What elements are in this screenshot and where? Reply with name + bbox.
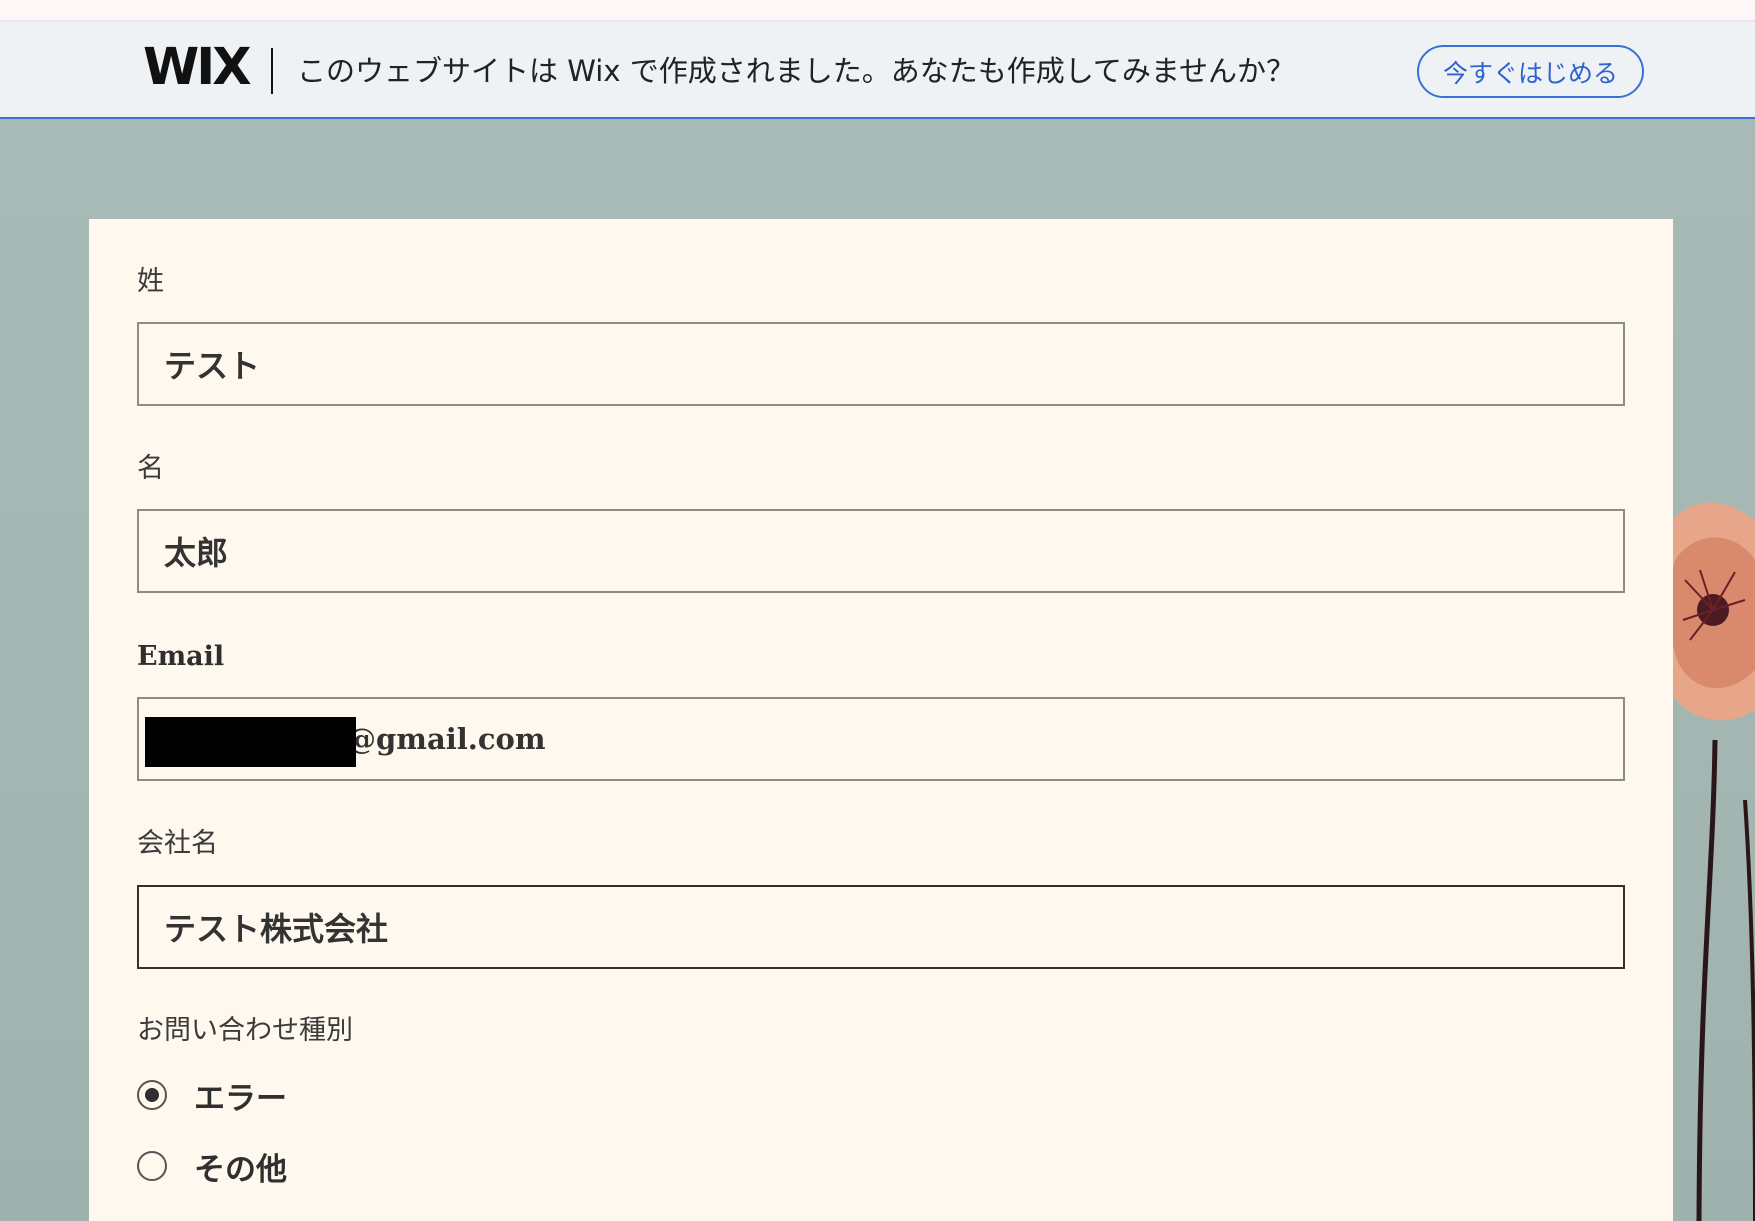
- radio-selected-icon[interactable]: [137, 1080, 167, 1110]
- first-name-label: 名: [137, 453, 164, 484]
- banner-divider: [271, 48, 273, 94]
- radio-option-error[interactable]: エラー: [137, 1070, 287, 1120]
- banner-message: このウェブサイトは Wix で作成されました。あなたも作成してみませんか？: [297, 54, 1295, 88]
- radio-option-label: エラー: [194, 1080, 287, 1117]
- company-field[interactable]: [137, 885, 1625, 969]
- wix-logo[interactable]: WIX: [143, 40, 252, 96]
- company-label: 会社名: [137, 828, 218, 859]
- browser-top-strip: [0, 0, 1755, 22]
- start-now-button[interactable]: 今すぐはじめる: [1417, 45, 1644, 98]
- radio-option-label: その他: [194, 1151, 287, 1188]
- email-visible-value: @gmail.com: [347, 722, 546, 756]
- inquiry-type-label: お問い合わせ種別: [137, 1015, 353, 1046]
- last-name-field[interactable]: [137, 322, 1625, 406]
- last-name-label: 姓: [137, 266, 164, 297]
- first-name-field[interactable]: [137, 509, 1625, 593]
- redaction-box: [145, 717, 356, 767]
- wix-promo-banner: WIX このウェブサイトは Wix で作成されました。あなたも作成してみませんか…: [0, 22, 1755, 119]
- email-label: Email: [137, 641, 225, 672]
- email-field-wrapper[interactable]: @gmail.com: [137, 697, 1625, 781]
- radio-option-other[interactable]: その他: [137, 1141, 287, 1191]
- radio-unselected-icon[interactable]: [137, 1151, 167, 1181]
